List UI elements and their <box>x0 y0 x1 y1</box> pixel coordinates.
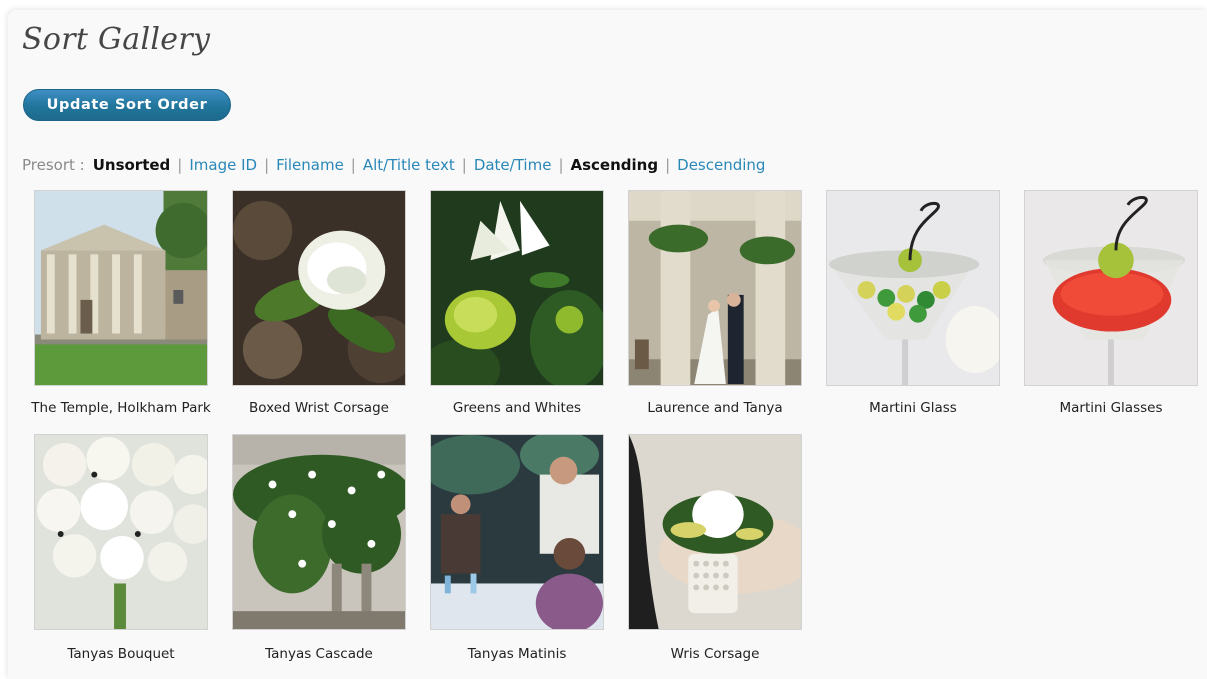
thumbnail-caption: Tanyas Cascade <box>265 646 373 662</box>
update-sort-order-button[interactable]: Update Sort Order <box>23 89 231 121</box>
presort-descending-link[interactable]: Descending <box>677 156 765 174</box>
thumbnail-image[interactable] <box>34 190 208 386</box>
separator: | <box>461 156 467 174</box>
presort-filename-link[interactable]: Filename <box>276 156 344 174</box>
presort-unsorted-link[interactable]: Unsorted <box>93 156 171 174</box>
presort-image-id-link[interactable]: Image ID <box>189 156 257 174</box>
thumbnail-caption: Tanyas Matinis <box>467 646 567 662</box>
thumbnail-caption: Laurence and Tanya <box>647 400 783 416</box>
page-title: Sort Gallery <box>22 22 211 57</box>
presort-bar: Presort : Unsorted | Image ID | Filename… <box>22 154 765 176</box>
presort-alt-title-link[interactable]: Alt/Title text <box>363 156 455 174</box>
thumbnail-caption: The Temple, Holkham Park <box>31 400 211 416</box>
thumbnail-image[interactable] <box>34 434 208 630</box>
thumbnail-image[interactable] <box>430 190 604 386</box>
separator: | <box>350 156 356 174</box>
presort-label: Presort : <box>22 156 85 174</box>
separator: | <box>665 156 671 174</box>
thumbnail-image[interactable] <box>628 190 802 386</box>
separator: | <box>558 156 564 174</box>
thumbnail-caption: Martini Glass <box>869 400 957 416</box>
thumbnail-image[interactable] <box>1024 190 1198 386</box>
thumbnail-image[interactable] <box>430 434 604 630</box>
separator: | <box>177 156 183 174</box>
thumbnail-image[interactable] <box>826 190 1000 386</box>
presort-ascending-link[interactable]: Ascending <box>571 156 659 174</box>
thumbnail-image[interactable] <box>232 434 406 630</box>
separator: | <box>264 156 270 174</box>
thumbnail-caption: Boxed Wrist Corsage <box>249 400 389 416</box>
thumbnail-image[interactable] <box>232 190 406 386</box>
thumbnail-caption: Greens and Whites <box>452 400 582 416</box>
thumbnail-image[interactable] <box>628 434 802 630</box>
thumbnail-caption: Wris Corsage <box>670 646 760 662</box>
thumbnail-caption: Tanyas Bouquet <box>67 646 175 662</box>
thumbnail-caption: Martini Glasses <box>1059 400 1163 416</box>
presort-date-time-link[interactable]: Date/Time <box>474 156 552 174</box>
